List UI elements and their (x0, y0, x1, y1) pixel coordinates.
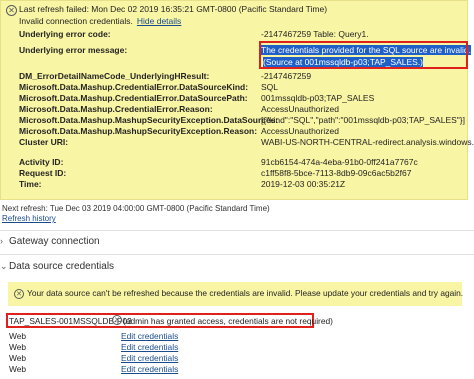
error-subtitle: Invalid connection credentials. Hide deta… (19, 16, 181, 26)
detail-key: Microsoft.Data.Mashup.CredentialError.Da… (19, 93, 248, 103)
list-item: Web Edit credentials (9, 364, 178, 374)
detail-value: -2147467259 (261, 71, 312, 81)
next-refresh-text: Next refresh: Tue Dec 03 2019 04:00:00 G… (2, 204, 270, 213)
error-message-highlight (259, 41, 468, 69)
data-source-note: (admin has granted access, credentials a… (123, 316, 333, 326)
detail-key: Underlying error code: (19, 29, 111, 39)
detail-key: Request ID: (19, 168, 67, 178)
edit-credentials-link[interactable]: Edit credentials (121, 331, 178, 341)
gateway-connection-section[interactable]: › Gateway connection (0, 236, 100, 247)
detail-key: DM_ErrorDetailNameCode_UnderlyingHResult… (19, 71, 210, 81)
invalid-credentials-text: Invalid connection credentials. (19, 16, 133, 26)
detail-value: c1ff58f8-5bce-7113-8db9-09c6ac5b2f67 (261, 168, 412, 178)
detail-value: AccessUnauthorized (261, 126, 339, 136)
detail-value: WABI-US-NORTH-CENTRAL-redirect.analysis.… (261, 137, 474, 147)
detail-key: Cluster URI: (19, 137, 69, 147)
detail-value: 001mssqldb-p03;TAP_SALES (261, 93, 375, 103)
detail-key: Microsoft.Data.Mashup.MashupSecurityExce… (19, 126, 258, 136)
detail-value: SQL (261, 82, 279, 92)
last-refresh-failed-text: Last refresh failed: Mon Dec 02 2019 16:… (19, 4, 328, 14)
detail-key: Microsoft.Data.Mashup.MashupSecurityExce… (19, 115, 279, 125)
detail-value: 2019-12-03 00:35:21Z (261, 179, 346, 189)
list-item: Web Edit credentials (9, 342, 178, 352)
list-item: Web Edit credentials (9, 331, 178, 341)
section-title: Gateway connection (9, 236, 100, 247)
detail-key: Underlying error message: (19, 45, 128, 55)
error-details-panel: ✕ Last refresh failed: Mon Dec 02 2019 1… (0, 0, 474, 200)
credentials-warning-banner: ✕ Your data source can't be refreshed be… (8, 282, 464, 306)
section-title: Data source credentials (9, 261, 115, 272)
detail-value: AccessUnauthorized (261, 104, 339, 114)
chevron-down-icon: ⌄ (0, 261, 8, 271)
error-x-icon: ✕ (112, 315, 122, 325)
list-item: Web Edit credentials (9, 353, 178, 363)
detail-value: [{"kind":"SQL","path":"001mssqldb-p03;TA… (261, 115, 466, 125)
data-source-credentials-section[interactable]: ⌄Data source credentials (0, 261, 114, 272)
data-source-type: Web (9, 331, 27, 341)
hide-details-link[interactable]: Hide details (137, 16, 181, 26)
detail-key: Microsoft.Data.Mashup.CredentialError.Da… (19, 82, 249, 92)
edit-credentials-link[interactable]: Edit credentials (121, 364, 178, 374)
edit-credentials-link[interactable]: Edit credentials (121, 353, 178, 363)
divider (0, 254, 474, 255)
detail-key: Activity ID: (19, 157, 64, 167)
error-x-icon: ✕ (14, 289, 24, 299)
detail-key: Microsoft.Data.Mashup.CredentialError.Re… (19, 104, 213, 114)
refresh-history-link[interactable]: Refresh history (2, 214, 56, 223)
edit-credentials-link[interactable]: Edit credentials (121, 342, 178, 352)
data-source-type: Web (9, 364, 27, 374)
error-x-icon: ✕ (6, 5, 17, 16)
detail-key: Time: (19, 179, 42, 189)
data-source-type: Web (9, 353, 27, 363)
data-source-type: Web (9, 342, 27, 352)
divider (0, 230, 474, 231)
chevron-right-icon: › (0, 236, 3, 246)
warning-text: Your data source can't be refreshed beca… (27, 288, 464, 298)
detail-value: 91cb6154-474a-4eba-91b0-0ff241a7767c (261, 157, 418, 167)
detail-value: -2147467259 Table: Query1. (261, 29, 369, 39)
